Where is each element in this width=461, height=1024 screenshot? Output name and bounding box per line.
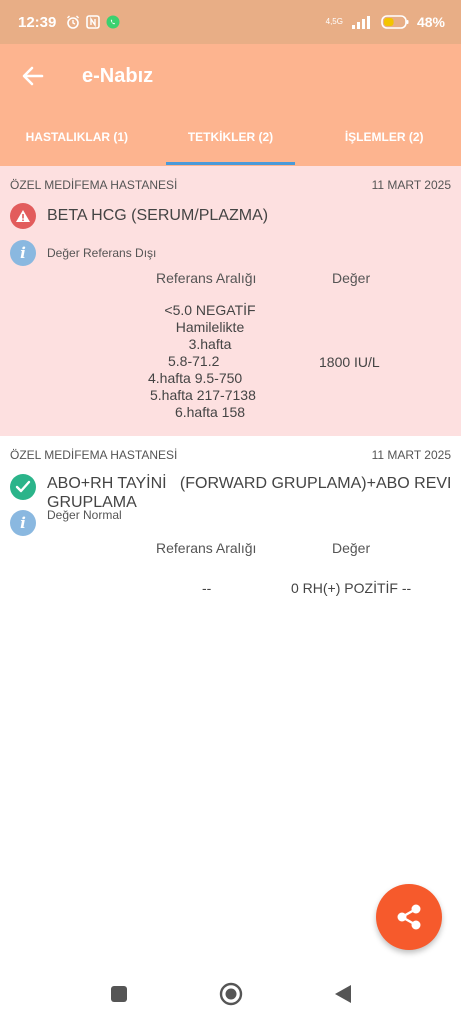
back-button[interactable] xyxy=(18,61,48,91)
tab-label: İŞLEMLER (2) xyxy=(344,130,424,144)
reference-line: 3.hafta xyxy=(188,336,232,352)
value-header: Değer xyxy=(332,270,371,286)
recents-button[interactable] xyxy=(107,982,131,1006)
status-notification-icons xyxy=(66,15,120,29)
page-title: e-Nabız xyxy=(82,64,154,87)
home-button[interactable] xyxy=(219,982,243,1006)
reference-line: Hamilelikte xyxy=(175,319,245,335)
tab-label: TETKİKLER (2) xyxy=(187,130,274,144)
app-bar: e-Nabız xyxy=(0,44,461,108)
hospital-name: ÖZEL MEDİFEMA HASTANESİ xyxy=(10,448,178,462)
tab-bar: HASTALIKLAR (1) TETKİKLER (2) İŞLEMLER (… xyxy=(0,108,461,166)
test-card-abo-rh[interactable]: ÖZEL MEDİFEMA HASTANESİ 11 MART 2025 ABO… xyxy=(0,436,461,626)
check-icon xyxy=(10,474,36,500)
back-arrow-icon xyxy=(22,66,44,86)
reference-header: Referans Aralığı xyxy=(156,270,257,286)
signal-strength-icon xyxy=(351,16,370,29)
tab-hastaliklar[interactable]: HASTALIKLAR (1) xyxy=(0,108,154,166)
tab-islemler[interactable]: İŞLEMLER (2) xyxy=(307,108,461,166)
home-circle-icon xyxy=(219,982,242,1006)
share-button[interactable] xyxy=(376,884,442,950)
test-name: ABO+RH TAYİNİ (FORWARD GRUPLAMA)+ABO REV… xyxy=(47,474,450,512)
battery-percent: 48% xyxy=(416,14,445,30)
test-value: 1800 IU/L xyxy=(319,354,380,370)
test-title-row: BETA HCG (SERUM/PLAZMA) xyxy=(10,203,268,229)
test-status-row: i Değer Referans Dışı xyxy=(10,240,156,266)
tab-label: HASTALIKLAR (1) xyxy=(25,130,129,144)
status-text: Değer Normal xyxy=(47,508,122,522)
alarm-icon xyxy=(67,15,80,29)
reference-range: -- xyxy=(202,580,212,596)
info-icon: i xyxy=(10,510,36,536)
triangle-back-icon xyxy=(334,985,351,1003)
status-text: Değer Referans Dışı xyxy=(47,246,157,260)
test-date: 11 MART 2025 xyxy=(371,448,451,462)
network-type-label: 4,5G xyxy=(325,17,343,26)
test-title-row: ABO+RH TAYİNİ (FORWARD GRUPLAMA)+ABO REV… xyxy=(10,474,450,512)
info-icon: i xyxy=(10,240,36,266)
test-card-beta-hcg[interactable]: ÖZEL MEDİFEMA HASTANESİ 11 MART 2025 BET… xyxy=(0,166,461,436)
square-icon xyxy=(110,986,127,1002)
signal-group: 4,5G xyxy=(326,18,343,26)
test-name-line1: ABO+RH TAYİNİ (FORWARD GRUPLAMA)+ABO REV… xyxy=(47,475,450,492)
battery-icon xyxy=(381,15,409,29)
warning-icon xyxy=(10,203,36,229)
value-header: Değer xyxy=(332,540,371,556)
reference-line: 6.hafta 158 xyxy=(174,404,246,420)
nav-back-button[interactable] xyxy=(331,982,355,1006)
test-status-row: i Değer Normal xyxy=(10,508,122,536)
test-name: BETA HCG (SERUM/PLAZMA) xyxy=(47,207,269,224)
nfc-icon xyxy=(86,15,101,29)
reference-line: 5.8-71.2 xyxy=(168,353,220,369)
reference-range: <5.0 NEGATİF Hamilelikte 3.hafta 5.8-71.… xyxy=(120,302,300,421)
reference-line: <5.0 NEGATİF xyxy=(164,302,256,318)
status-system-icons: 4,5G 48% xyxy=(326,14,445,30)
hospital-name: ÖZEL MEDİFEMA HASTANESİ xyxy=(10,178,178,192)
system-nav-bar xyxy=(0,964,461,1024)
share-icon xyxy=(397,904,421,930)
test-value: 0 RH(+) POZİTİF -- xyxy=(291,580,412,596)
reference-line: 4.hafta 9.5-750 xyxy=(148,370,243,386)
reference-line: 5.hafta 217-7138 xyxy=(150,387,256,403)
reference-header: Referans Aralığı xyxy=(156,540,257,556)
tab-tetkikler[interactable]: TETKİKLER (2) xyxy=(154,108,308,166)
whatsapp-icon xyxy=(106,15,120,29)
test-date: 11 MART 2025 xyxy=(371,178,451,192)
status-time: 12:39 xyxy=(18,13,57,31)
status-bar: 12:39 4,5G 48% xyxy=(0,0,461,44)
